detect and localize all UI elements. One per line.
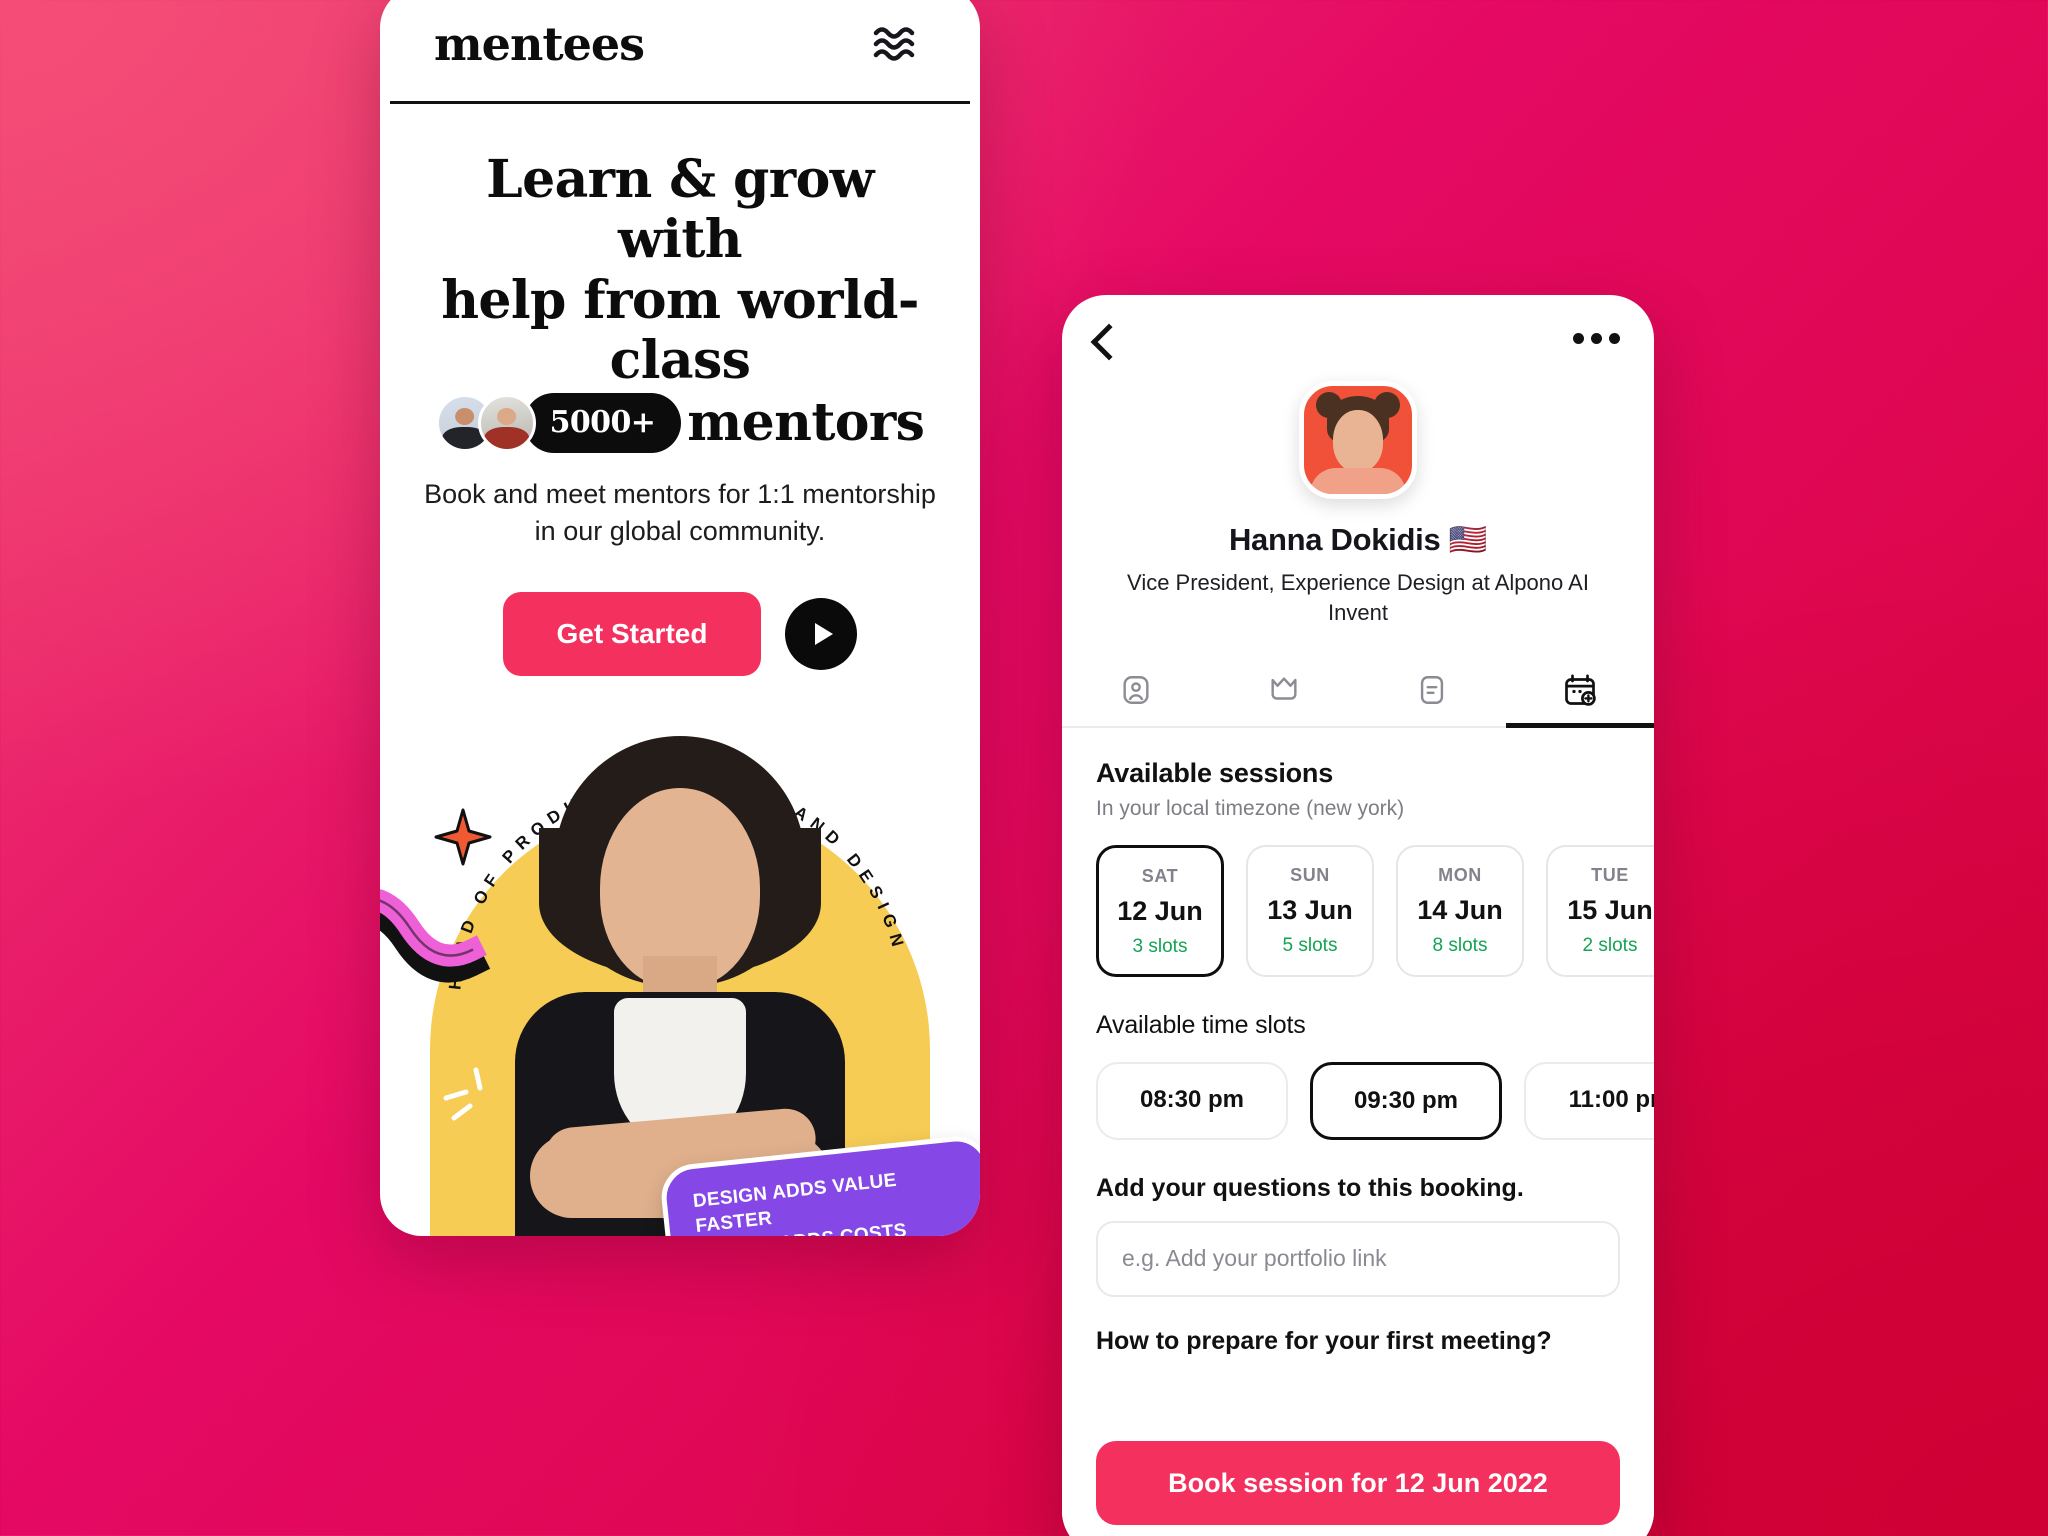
mentor-count-badge: 5000+ xyxy=(523,393,682,454)
headline-line-1: Learn & grow with xyxy=(486,149,874,271)
day-slot-count: 8 slots xyxy=(1432,934,1488,956)
app-header: mentees xyxy=(390,0,970,104)
document-icon xyxy=(1420,675,1444,704)
tab-profile[interactable] xyxy=(1062,654,1210,726)
profile-tabs xyxy=(1062,654,1654,728)
play-icon xyxy=(814,623,833,646)
day-option[interactable]: SAT 12 Jun 3 slots xyxy=(1096,844,1224,977)
day-date: 12 Jun xyxy=(1117,895,1203,926)
tab-sessions[interactable] xyxy=(1506,654,1654,728)
spark-lines-decoration xyxy=(443,1067,483,1121)
questions-label: Add your questions to this booking. xyxy=(1096,1173,1524,1202)
mentor-avatar xyxy=(1299,381,1417,499)
booking-content: Available sessions In your local timezon… xyxy=(1062,728,1654,1356)
day-weekday: SAT xyxy=(1141,865,1179,886)
sparkle-star-icon xyxy=(434,808,492,866)
mentor-name: Hanna Dokidis 🇺🇸 xyxy=(1062,521,1654,558)
landing-phone-screen: mentees Learn & grow with help from worl… xyxy=(380,0,980,1236)
chevron-left-icon[interactable] xyxy=(1090,323,1128,361)
more-options-icon[interactable] xyxy=(1573,323,1620,344)
day-date: 14 Jun xyxy=(1417,894,1503,925)
calendar-icon xyxy=(1565,674,1596,706)
day-weekday: SUN xyxy=(1290,864,1330,885)
available-time-slots-title: Available time slots xyxy=(1096,1010,1306,1039)
day-option[interactable]: TUE 15 Jun 2 slots xyxy=(1546,844,1654,977)
booking-phone-screen: Hanna Dokidis 🇺🇸 Vice President, Experie… xyxy=(1062,295,1654,1536)
landing-hero: Learn & grow with help from world-class … xyxy=(380,104,980,677)
day-date: 13 Jun xyxy=(1267,894,1353,925)
day-date: 15 Jun xyxy=(1567,894,1653,925)
profile-icon xyxy=(1123,675,1149,704)
questions-input[interactable] xyxy=(1096,1220,1620,1297)
day-slot-count: 5 slots xyxy=(1282,934,1338,956)
headline-line-2: help from world-class xyxy=(441,269,919,391)
play-video-button[interactable] xyxy=(785,598,858,671)
squiggle-decoration xyxy=(380,889,491,983)
app-logo: mentees xyxy=(434,16,645,71)
time-slot-option[interactable]: 11:00 pm xyxy=(1524,1061,1654,1140)
time-slot-row[interactable]: 08:30 pm 09:30 pm 11:00 pm xyxy=(1096,1061,1654,1140)
hero-artwork: HEAD OF PRODUCT, STARTEGY AND DESIGN xyxy=(380,700,980,1236)
get-started-button[interactable]: Get Started xyxy=(502,592,762,677)
hero-cta-row: Get Started xyxy=(420,592,940,677)
available-sessions-title: Available sessions xyxy=(1096,757,1334,788)
day-weekday: TUE xyxy=(1591,864,1629,885)
booking-topbar xyxy=(1062,295,1654,361)
book-session-button[interactable]: Book session for 12 Jun 2022 xyxy=(1096,1441,1620,1525)
prepare-heading: How to prepare for your first meeting? xyxy=(1096,1326,1552,1355)
headline-word-mentors: mentors xyxy=(687,392,925,454)
headline-line-3: 5000+ mentors xyxy=(420,392,940,454)
wavy-menu-icon[interactable] xyxy=(872,24,926,64)
time-slot-option[interactable]: 09:30 pm xyxy=(1310,1061,1502,1140)
day-slot-count: 2 slots xyxy=(1582,934,1638,956)
hero-headline: Learn & grow with help from world-class … xyxy=(420,149,940,454)
mentor-name-text: Hanna Dokidis xyxy=(1228,522,1441,557)
mentor-role: Vice President, Experience Design at Alp… xyxy=(1127,570,1589,625)
day-option[interactable]: SUN 13 Jun 5 slots xyxy=(1246,844,1374,977)
book-session-bar: Book session for 12 Jun 2022 xyxy=(1062,1415,1654,1536)
day-selector-row[interactable]: SAT 12 Jun 3 slots SUN 13 Jun 5 slots MON 14 Ju… xyxy=(1096,844,1654,977)
tab-articles[interactable] xyxy=(1358,654,1506,726)
avatar xyxy=(477,394,536,453)
timezone-subtitle: In your local timezone (new york) xyxy=(1096,796,1405,820)
crown-icon xyxy=(1271,677,1297,700)
mentor-avatar-stack xyxy=(435,394,536,453)
time-slot-option[interactable]: 08:30 pm xyxy=(1096,1061,1288,1140)
tab-premium[interactable] xyxy=(1210,654,1358,726)
day-weekday: MON xyxy=(1438,864,1482,885)
hero-subtitle: Book and meet mentors for 1:1 mentorship… xyxy=(424,478,936,546)
country-flag-icon: 🇺🇸 xyxy=(1448,522,1488,557)
day-option[interactable]: MON 14 Jun 8 slots xyxy=(1396,844,1524,977)
day-slot-count: 3 slots xyxy=(1132,935,1188,957)
